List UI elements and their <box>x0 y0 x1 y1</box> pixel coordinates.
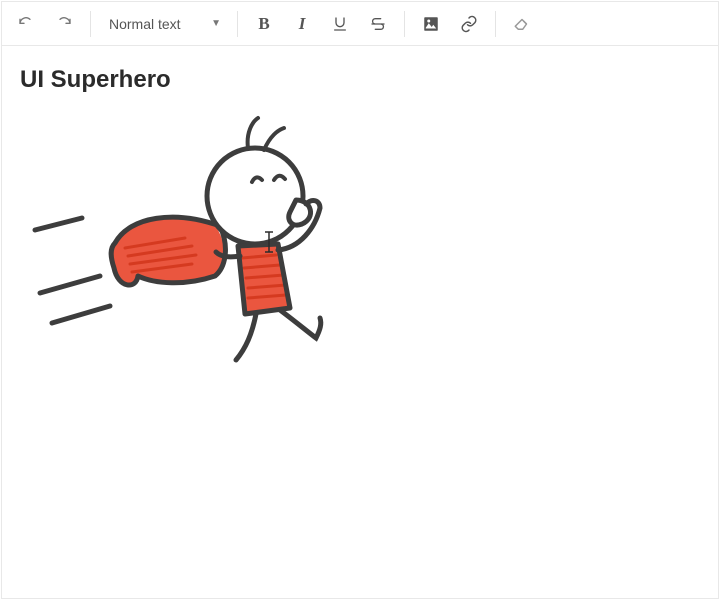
bold-icon: B <box>258 14 269 34</box>
document-title[interactable]: UI Superhero <box>20 66 700 94</box>
redo-button[interactable] <box>46 7 82 41</box>
embedded-image[interactable] <box>20 108 400 388</box>
text-style-label: Normal text <box>109 16 181 32</box>
separator <box>237 11 238 37</box>
italic-button[interactable]: I <box>284 7 320 41</box>
strikethrough-icon <box>370 15 386 33</box>
strikethrough-button[interactable] <box>360 7 396 41</box>
italic-icon: I <box>299 14 306 34</box>
separator <box>90 11 91 37</box>
editor-content[interactable]: UI Superhero <box>2 46 718 598</box>
eraser-icon <box>513 15 531 33</box>
text-style-select[interactable]: Normal text ▼ <box>99 7 229 41</box>
undo-icon <box>18 16 34 32</box>
image-icon <box>422 15 440 33</box>
separator <box>495 11 496 37</box>
superhero-drawing-icon <box>20 108 400 388</box>
clear-formatting-button[interactable] <box>504 7 540 41</box>
underline-button[interactable] <box>322 7 358 41</box>
editor-frame: Normal text ▼ B I UI Superhero <box>1 1 719 599</box>
undo-button[interactable] <box>8 7 44 41</box>
insert-link-button[interactable] <box>451 7 487 41</box>
insert-image-button[interactable] <box>413 7 449 41</box>
chevron-down-icon: ▼ <box>211 18 221 29</box>
link-icon <box>460 15 478 33</box>
bold-button[interactable]: B <box>246 7 282 41</box>
separator <box>404 11 405 37</box>
redo-icon <box>56 16 72 32</box>
toolbar: Normal text ▼ B I <box>2 2 718 46</box>
underline-icon <box>332 15 348 33</box>
